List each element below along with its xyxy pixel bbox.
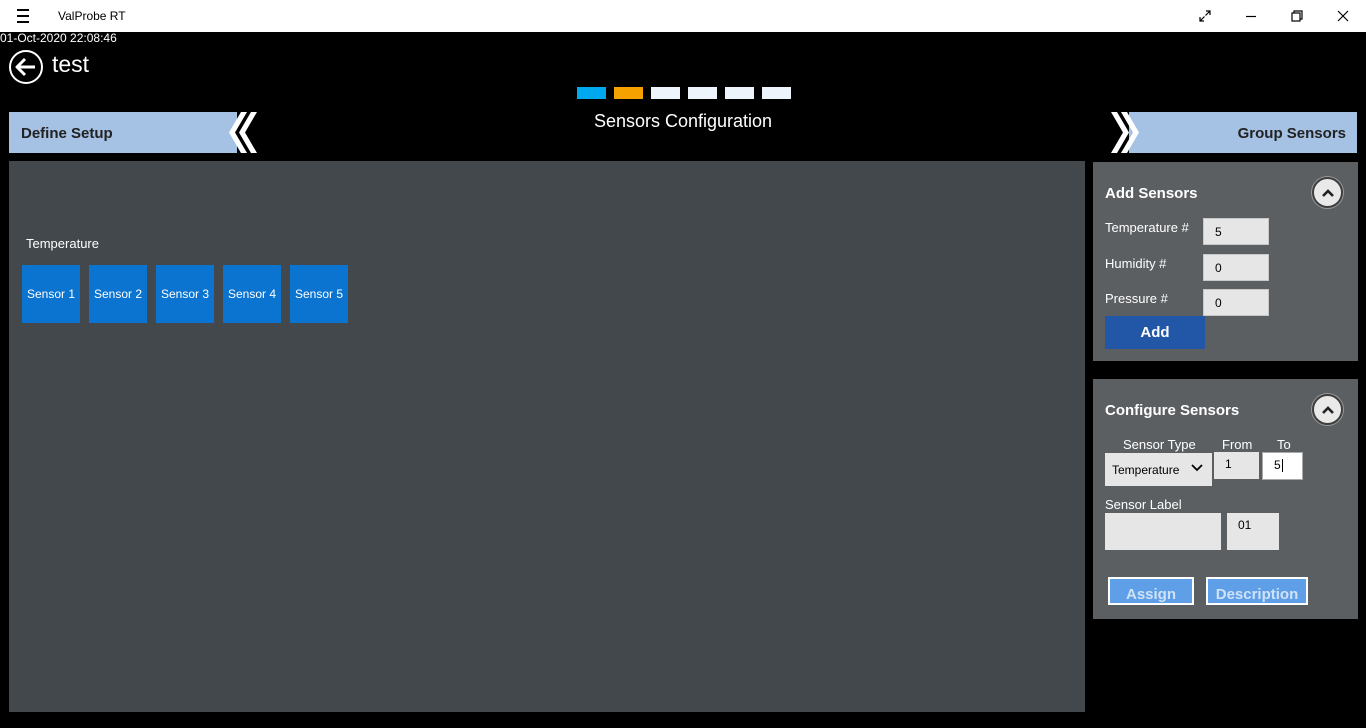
restore-icon[interactable]	[1274, 0, 1320, 32]
sensor-group-label: Temperature	[26, 236, 99, 251]
assign-button[interactable]: Assign	[1108, 577, 1194, 605]
double-chevron-right-icon	[1109, 112, 1149, 153]
from-input[interactable]: 1	[1214, 452, 1259, 479]
step-6	[762, 87, 791, 99]
next-step-button[interactable]: Group Sensors	[1109, 112, 1357, 153]
from-label: From	[1222, 437, 1253, 452]
prev-step-button[interactable]: Define Setup	[9, 112, 257, 153]
double-chevron-left-icon	[229, 112, 257, 153]
configure-sensors-title: Configure Sensors	[1105, 402, 1240, 419]
timestamp: 01-Oct-2020 22:08:46	[0, 31, 117, 45]
add-button[interactable]: Add	[1105, 316, 1205, 349]
temperature-count-label: Temperature #	[1105, 220, 1189, 235]
label-number-input[interactable]: 01	[1227, 513, 1279, 550]
sensor-label-input[interactable]	[1105, 513, 1221, 550]
pressure-count-input[interactable]: 0	[1203, 289, 1269, 316]
step-3	[651, 87, 680, 99]
humidity-count-input[interactable]: 0	[1203, 254, 1269, 281]
close-icon[interactable]	[1320, 0, 1366, 32]
add-sensors-title: Add Sensors	[1105, 185, 1198, 202]
prev-step-label: Define Setup	[21, 125, 113, 142]
to-input-value: 5	[1274, 458, 1281, 472]
step-4	[688, 87, 717, 99]
chevron-up-icon	[1321, 405, 1334, 414]
to-label: To	[1277, 437, 1291, 452]
add-sensors-panel: Add Sensors Temperature # 5 Humidity # 0…	[1093, 162, 1358, 361]
description-button[interactable]: Description	[1206, 577, 1308, 605]
step-indicator	[577, 87, 791, 99]
sensor-tile[interactable]: Sensor 5	[290, 265, 348, 323]
chevron-up-icon	[1321, 188, 1334, 197]
page-title: test	[52, 51, 90, 77]
sensor-type-value: Temperature	[1112, 463, 1180, 477]
next-step-label: Group Sensors	[1237, 125, 1346, 142]
sensor-type-select[interactable]: Temperature	[1105, 453, 1212, 486]
to-input[interactable]: 5	[1262, 452, 1303, 480]
expand-icon[interactable]	[1182, 0, 1228, 32]
sensor-tile[interactable]: Sensor 3	[156, 265, 214, 323]
collapse-configure-sensors-button[interactable]	[1312, 394, 1343, 425]
pressure-count-label: Pressure #	[1105, 291, 1168, 306]
humidity-count-label: Humidity #	[1105, 256, 1167, 271]
back-arrow-icon[interactable]	[9, 50, 43, 84]
title-bar: ValProbe RT	[0, 0, 1366, 32]
collapse-add-sensors-button[interactable]	[1312, 177, 1343, 208]
sensor-canvas: Temperature Sensor 1 Sensor 2 Sensor 3 S…	[9, 161, 1085, 712]
sensor-tile[interactable]: Sensor 2	[89, 265, 147, 323]
temperature-count-input[interactable]: 5	[1203, 218, 1269, 245]
sensor-tile[interactable]: Sensor 4	[223, 265, 281, 323]
sensor-label-label: Sensor Label	[1105, 497, 1182, 512]
hamburger-menu-icon[interactable]	[14, 9, 32, 23]
app-title: ValProbe RT	[58, 9, 126, 23]
sensor-tile[interactable]: Sensor 1	[22, 265, 80, 323]
chevron-down-icon	[1191, 464, 1203, 472]
step-5	[725, 87, 754, 99]
minimize-icon[interactable]	[1228, 0, 1274, 32]
configure-sensors-panel: Configure Sensors Sensor Type From To Te…	[1093, 379, 1358, 619]
sensor-type-label: Sensor Type	[1123, 437, 1196, 452]
sensor-list: Sensor 1 Sensor 2 Sensor 3 Sensor 4 Sens…	[22, 265, 348, 323]
step-1	[577, 87, 606, 99]
section-title: Sensors Configuration	[593, 111, 773, 131]
step-2	[614, 87, 643, 99]
